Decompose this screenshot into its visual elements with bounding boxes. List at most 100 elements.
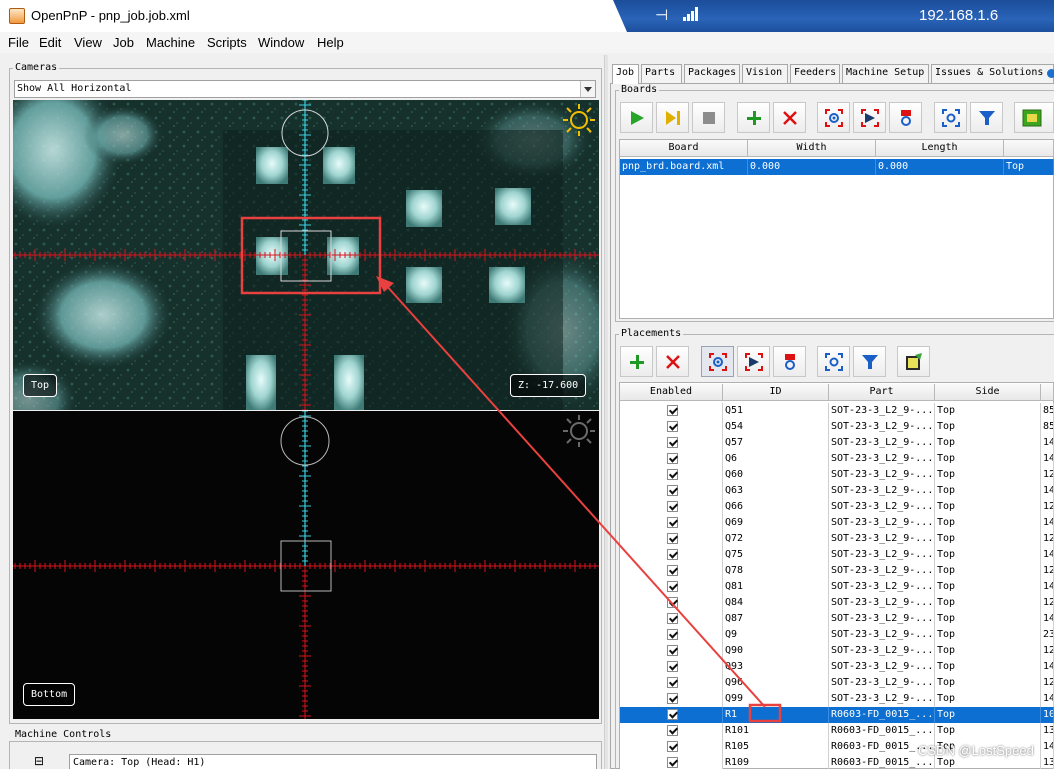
tab-job[interactable]: Job <box>612 64 639 84</box>
table-row[interactable]: Q78 SOT-23-3_L2_9-... Top 12 <box>620 563 1054 579</box>
enabled-checkbox[interactable] <box>667 549 678 560</box>
table-row[interactable]: Q69 SOT-23-3_L2_9-... Top 14 <box>620 515 1054 531</box>
start-job-button[interactable] <box>620 102 653 133</box>
tab-machine-setup[interactable]: Machine Setup <box>842 64 929 83</box>
remove-placement-button[interactable] <box>656 346 689 377</box>
enabled-checkbox[interactable] <box>667 469 678 480</box>
enabled-checkbox[interactable] <box>667 453 678 464</box>
bottom-camera-view[interactable]: Bottom <box>13 411 599 719</box>
enabled-checkbox[interactable] <box>667 645 678 656</box>
table-row[interactable]: Q96 SOT-23-3_L2_9-... Top 12 <box>620 675 1054 691</box>
board-side-cell: Top <box>1004 159 1054 175</box>
menu-window[interactable]: Window <box>258 35 304 50</box>
table-row[interactable]: Q81 SOT-23-3_L2_9-... Top 14 <box>620 579 1054 595</box>
menu-help[interactable]: Help <box>317 35 344 50</box>
bottom-camera-label: Bottom <box>23 683 76 706</box>
menu-job[interactable]: Job <box>113 35 134 50</box>
collapse-icon[interactable]: ⊟ <box>34 754 44 768</box>
table-row[interactable]: Q84 SOT-23-3_L2_9-... Top 12 <box>620 595 1054 611</box>
enabled-checkbox[interactable] <box>667 405 678 416</box>
stop-job-button[interactable] <box>692 102 725 133</box>
menu-view[interactable]: View <box>74 35 102 50</box>
position-camera-button[interactable] <box>817 102 850 133</box>
table-row[interactable]: Q60 SOT-23-3_L2_9-... Top 12 <box>620 467 1054 483</box>
table-row[interactable]: Q6 SOT-23-3_L2_9-... Top 14 <box>620 451 1054 467</box>
boards-col-board[interactable]: Board <box>620 140 748 157</box>
enabled-checkbox[interactable] <box>667 485 678 496</box>
enabled-checkbox[interactable] <box>667 741 678 752</box>
pin-icon[interactable]: ⊣ <box>655 6 668 24</box>
light-on-icon[interactable] <box>561 102 597 138</box>
enabled-checkbox[interactable] <box>667 693 678 704</box>
placement-filter-button[interactable] <box>853 346 886 377</box>
camera-head-select[interactable]: Camera: Top (Head: H1) <box>69 754 597 769</box>
enabled-checkbox[interactable] <box>667 725 678 736</box>
tab-parts[interactable]: Parts <box>641 64 682 83</box>
placement-position-tool-button[interactable] <box>737 346 770 377</box>
enabled-checkbox[interactable] <box>667 501 678 512</box>
tab-packages[interactable]: Packages <box>684 64 740 83</box>
enabled-checkbox[interactable] <box>667 677 678 688</box>
table-row[interactable]: Q63 SOT-23-3_L2_9-... Top 14 <box>620 483 1054 499</box>
enabled-checkbox[interactable] <box>667 661 678 672</box>
tab-vision[interactable]: Vision <box>742 64 788 83</box>
table-row[interactable]: R101 R0603-FD_0015_... Top 13 <box>620 723 1054 739</box>
fiducial-check-button[interactable] <box>934 102 967 133</box>
table-row[interactable]: Q54 SOT-23-3_L2_9-... Top 85 <box>620 419 1054 435</box>
placements-col-id[interactable]: ID <box>723 384 829 401</box>
placements-col-part[interactable]: Part <box>829 384 935 401</box>
table-row[interactable]: Q90 SOT-23-3_L2_9-... Top 12 <box>620 643 1054 659</box>
enabled-checkbox[interactable] <box>667 613 678 624</box>
menu-file[interactable]: File <box>8 35 29 50</box>
table-row[interactable]: Q66 SOT-23-3_L2_9-... Top 12 <box>620 499 1054 515</box>
menu-scripts[interactable]: Scripts <box>207 35 247 50</box>
table-row[interactable]: Q9 SOT-23-3_L2_9-... Top 23 <box>620 627 1054 643</box>
enabled-checkbox[interactable] <box>667 565 678 576</box>
add-placement-button[interactable] <box>620 346 653 377</box>
menu-machine[interactable]: Machine <box>146 35 195 50</box>
placements-col-enabled[interactable]: Enabled <box>620 384 723 401</box>
enabled-checkbox[interactable] <box>667 517 678 528</box>
position-tool-button[interactable] <box>853 102 886 133</box>
enabled-checkbox[interactable] <box>667 757 678 768</box>
light-off-icon[interactable] <box>561 413 597 449</box>
table-row[interactable]: Q93 SOT-23-3_L2_9-... Top 14 <box>620 659 1054 675</box>
table-row[interactable]: Q72 SOT-23-3_L2_9-... Top 12 <box>620 531 1054 547</box>
enabled-checkbox[interactable] <box>667 581 678 592</box>
table-row[interactable]: Q87 SOT-23-3_L2_9-... Top 14 <box>620 611 1054 627</box>
enabled-checkbox[interactable] <box>667 709 678 720</box>
placement-nozzle-button[interactable] <box>773 346 806 377</box>
add-board-button[interactable] <box>737 102 770 133</box>
boards-col-length[interactable]: Length <box>876 140 1004 157</box>
boards-col-width[interactable]: Width <box>748 140 876 157</box>
enabled-checkbox[interactable] <box>667 533 678 544</box>
enabled-checkbox[interactable] <box>667 437 678 448</box>
board-row[interactable]: pnp_brd.board.xml 0.000 0.000 Top <box>620 159 1054 175</box>
edit-placement-button[interactable] <box>897 346 930 377</box>
tab-feeders[interactable]: Feeders <box>790 64 840 83</box>
chevron-down-icon[interactable] <box>580 81 595 97</box>
placement-position-camera-button[interactable] <box>701 346 734 377</box>
board-image-button[interactable] <box>1014 102 1054 133</box>
table-row[interactable]: Q75 SOT-23-3_L2_9-... Top 14 <box>620 547 1054 563</box>
table-row[interactable]: Q57 SOT-23-3_L2_9-... Top 14 <box>620 435 1054 451</box>
step-job-button[interactable] <box>656 102 689 133</box>
table-row[interactable]: Q51 SOT-23-3_L2_9-... Top 85 <box>620 403 1054 419</box>
filter-button[interactable] <box>970 102 1003 133</box>
nozzle-button[interactable] <box>889 102 922 133</box>
top-camera-view[interactable]: Top Z: -17.600 <box>13 100 599 410</box>
boards-col-side[interactable] <box>1004 140 1054 157</box>
enabled-checkbox[interactable] <box>667 597 678 608</box>
table-row[interactable]: Q99 SOT-23-3_L2_9-... Top 14 <box>620 691 1054 707</box>
camera-center-button[interactable] <box>817 346 850 377</box>
tab-issues-solutions[interactable]: Issues & Solutions <box>931 64 1054 83</box>
menu-edit[interactable]: Edit <box>39 35 61 50</box>
placements-col-more[interactable] <box>1041 384 1054 401</box>
enabled-checkbox[interactable] <box>667 629 678 640</box>
placements-col-side[interactable]: Side <box>935 384 1041 401</box>
remove-board-button[interactable] <box>773 102 806 133</box>
table-row[interactable]: R1 R0603-FD_0015_... Top 10 <box>620 707 1054 723</box>
split-pane-divider[interactable] <box>604 55 608 769</box>
enabled-checkbox[interactable] <box>667 421 678 432</box>
camera-layout-select[interactable]: Show All Horizontal <box>14 80 596 98</box>
